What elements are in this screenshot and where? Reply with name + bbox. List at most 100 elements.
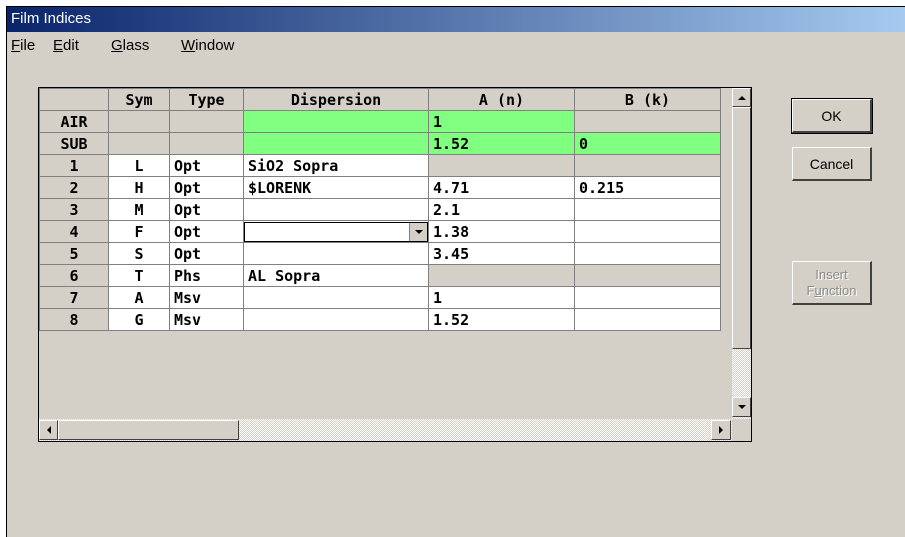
scroll-left-button[interactable] bbox=[39, 420, 58, 440]
layer-table: Sym Type Dispersion A (n) B (k) AIR 1 SU… bbox=[39, 88, 721, 331]
title-bar[interactable]: Film Indices bbox=[7, 7, 905, 32]
menu-file[interactable]: File bbox=[11, 37, 35, 54]
cell-type[interactable]: Phs bbox=[169, 264, 244, 287]
table-row: 1 L Opt SiO2 Sopra bbox=[39, 154, 721, 177]
cell-dispersion bbox=[243, 220, 429, 243]
cell-b[interactable]: 0.215 bbox=[574, 176, 721, 199]
ok-button[interactable]: OK bbox=[791, 98, 873, 134]
table-row: 3 M Opt 2.1 bbox=[39, 198, 721, 221]
cell-sym bbox=[108, 132, 170, 155]
cell-type[interactable]: Opt bbox=[169, 154, 244, 177]
table-row: SUB 1.52 0 bbox=[39, 132, 721, 155]
insert-function-line1: Insert bbox=[815, 266, 848, 282]
cell-b[interactable] bbox=[574, 286, 721, 309]
cell-b[interactable] bbox=[574, 242, 721, 265]
cell-sym[interactable]: S bbox=[108, 242, 170, 265]
cell-sym[interactable]: H bbox=[108, 176, 170, 199]
cell-b[interactable]: 0 bbox=[574, 132, 721, 155]
header-b-k[interactable]: B (k) bbox=[574, 88, 721, 111]
horizontal-scroll-thumb[interactable] bbox=[58, 420, 239, 440]
cancel-button[interactable]: Cancel bbox=[792, 147, 872, 181]
cell-dispersion[interactable] bbox=[243, 308, 429, 331]
row-label[interactable]: AIR bbox=[39, 110, 109, 133]
cell-b[interactable] bbox=[574, 198, 721, 221]
cell-a[interactable]: 1.38 bbox=[428, 220, 575, 243]
cell-dispersion[interactable]: AL Sopra bbox=[243, 264, 429, 287]
cell-type[interactable]: Opt bbox=[169, 198, 244, 221]
scrollbar-corner bbox=[732, 419, 751, 441]
cell-a[interactable]: 1.52 bbox=[428, 132, 575, 155]
row-label[interactable]: 8 bbox=[39, 308, 109, 331]
cell-b bbox=[574, 154, 721, 177]
vertical-scrollbar[interactable] bbox=[732, 88, 751, 419]
table-row: 7 A Msv 1 bbox=[39, 286, 721, 309]
insert-function-line2: Function bbox=[806, 282, 857, 298]
menu-edit[interactable]: Edit bbox=[53, 37, 79, 54]
cell-type[interactable]: Msv bbox=[169, 308, 244, 331]
header-sym[interactable]: Sym bbox=[108, 88, 170, 111]
table-row: 6 T Phs AL Sopra bbox=[39, 264, 721, 287]
menu-bar: File Edit Glass Window bbox=[7, 32, 905, 62]
cell-a[interactable]: 1 bbox=[428, 286, 575, 309]
cell-sym[interactable]: M bbox=[108, 198, 170, 221]
dispersion-combobox[interactable] bbox=[244, 221, 428, 242]
cell-type[interactable]: Opt bbox=[169, 242, 244, 265]
row-label[interactable]: 6 bbox=[39, 264, 109, 287]
film-indices-window: Film Indices File Edit Glass Window Sym … bbox=[6, 6, 905, 537]
cell-b bbox=[574, 110, 721, 133]
cell-dispersion[interactable] bbox=[243, 132, 429, 155]
arrow-down-icon bbox=[737, 405, 746, 409]
row-label[interactable]: 1 bbox=[39, 154, 109, 177]
cell-type bbox=[169, 110, 244, 133]
cell-dispersion[interactable] bbox=[243, 286, 429, 309]
row-label[interactable]: 3 bbox=[39, 198, 109, 221]
header-a-n[interactable]: A (n) bbox=[428, 88, 575, 111]
table-row: AIR 1 bbox=[39, 110, 721, 133]
scroll-down-button[interactable] bbox=[732, 397, 751, 417]
cell-b[interactable] bbox=[574, 220, 721, 243]
menu-glass[interactable]: Glass bbox=[111, 37, 149, 54]
cell-sym[interactable]: T bbox=[108, 264, 170, 287]
cell-sym bbox=[108, 110, 170, 133]
cell-a[interactable]: 3.45 bbox=[428, 242, 575, 265]
cell-sym[interactable]: L bbox=[108, 154, 170, 177]
cell-type[interactable]: Msv bbox=[169, 286, 244, 309]
cell-b[interactable] bbox=[574, 308, 721, 331]
cell-sym[interactable]: A bbox=[108, 286, 170, 309]
table-row: 8 G Msv 1.52 bbox=[39, 308, 721, 331]
cell-dispersion[interactable]: $LORENK bbox=[243, 176, 429, 199]
row-label[interactable]: 2 bbox=[39, 176, 109, 199]
cell-sym[interactable]: G bbox=[108, 308, 170, 331]
table-row: 5 S Opt 3.45 bbox=[39, 242, 721, 265]
row-label[interactable]: SUB bbox=[39, 132, 109, 155]
arrow-left-icon bbox=[46, 426, 51, 434]
menu-window[interactable]: Window bbox=[181, 37, 234, 54]
scroll-up-button[interactable] bbox=[732, 88, 751, 107]
header-type[interactable]: Type bbox=[169, 88, 244, 111]
cell-a bbox=[428, 264, 575, 287]
cell-type[interactable]: Opt bbox=[169, 220, 244, 243]
dropdown-button[interactable] bbox=[409, 222, 427, 241]
arrow-up-icon bbox=[737, 95, 746, 100]
window-title: Film Indices bbox=[11, 10, 92, 27]
cell-a bbox=[428, 154, 575, 177]
header-dispersion[interactable]: Dispersion bbox=[243, 88, 429, 111]
horizontal-scrollbar[interactable] bbox=[39, 419, 732, 441]
cell-sym[interactable]: F bbox=[108, 220, 170, 243]
cell-a[interactable]: 2.1 bbox=[428, 198, 575, 221]
cell-dispersion[interactable] bbox=[243, 110, 429, 133]
vertical-scroll-thumb[interactable] bbox=[732, 107, 751, 349]
row-label[interactable]: 7 bbox=[39, 286, 109, 309]
row-label[interactable]: 5 bbox=[39, 242, 109, 265]
cell-dispersion[interactable] bbox=[243, 242, 429, 265]
row-label[interactable]: 4 bbox=[39, 220, 109, 243]
cell-a[interactable]: 1.52 bbox=[428, 308, 575, 331]
scroll-right-button[interactable] bbox=[711, 420, 731, 440]
table-row: 4 F Opt 1.38 bbox=[39, 220, 721, 243]
cell-a[interactable]: 1 bbox=[428, 110, 575, 133]
cell-dispersion[interactable]: SiO2 Sopra bbox=[243, 154, 429, 177]
cell-a[interactable]: 4.71 bbox=[428, 176, 575, 199]
insert-function-button[interactable]: Insert Function bbox=[792, 261, 872, 305]
cell-type[interactable]: Opt bbox=[169, 176, 244, 199]
cell-dispersion[interactable] bbox=[243, 198, 429, 221]
